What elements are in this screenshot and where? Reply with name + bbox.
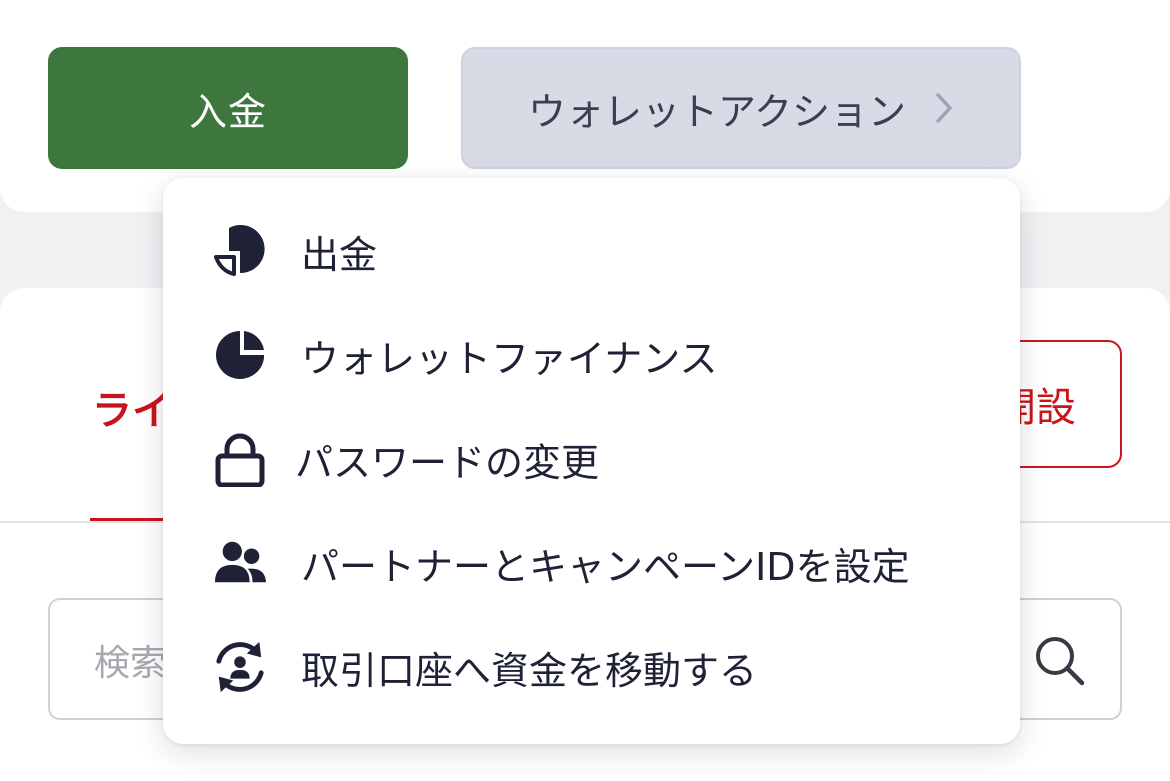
search-placeholder: 検索 xyxy=(94,643,167,684)
wallet-actions-menu: 出金 ウォレットファイナンス パスワードの変更 パートナーとキャンペーンIDを設… xyxy=(163,178,1020,744)
menu-item-change-password[interactable]: パスワードの変更 xyxy=(163,407,1020,511)
users-icon xyxy=(213,536,267,590)
deposit-button[interactable]: 入金 xyxy=(48,47,408,169)
tab-live-label: ライ xyxy=(92,388,172,434)
menu-item-change-password-label: パスワードの変更 xyxy=(295,440,600,485)
wallet-actions-label: ウォレットアクション xyxy=(527,89,907,134)
menu-item-wallet-finance[interactable]: ウォレットファイナンス xyxy=(163,303,1020,407)
wallet-actions-button[interactable]: ウォレットアクション xyxy=(461,47,1021,169)
search-icon[interactable] xyxy=(1032,633,1088,693)
menu-item-partner-campaign[interactable]: パートナーとキャンペーンIDを設定 xyxy=(163,511,1020,615)
lock-icon xyxy=(213,432,267,487)
deposit-button-label: 入金 xyxy=(188,89,267,134)
menu-item-withdraw-label: 出金 xyxy=(301,232,378,277)
pie-chart-icon xyxy=(213,328,267,382)
menu-item-withdraw[interactable]: 出金 xyxy=(163,199,1020,303)
transfer-account-icon xyxy=(213,640,267,694)
menu-item-wallet-finance-label: ウォレットファイナンス xyxy=(301,336,718,381)
tab-live[interactable]: ライ xyxy=(92,378,172,436)
chevron-right-icon xyxy=(934,91,954,125)
withdraw-icon xyxy=(213,224,267,278)
menu-item-transfer-to-account-label: 取引口座へ資金を移動する xyxy=(301,648,758,693)
menu-item-transfer-to-account[interactable]: 取引口座へ資金を移動する xyxy=(163,615,1020,719)
menu-item-partner-campaign-label: パートナーとキャンペーンIDを設定 xyxy=(301,544,910,589)
